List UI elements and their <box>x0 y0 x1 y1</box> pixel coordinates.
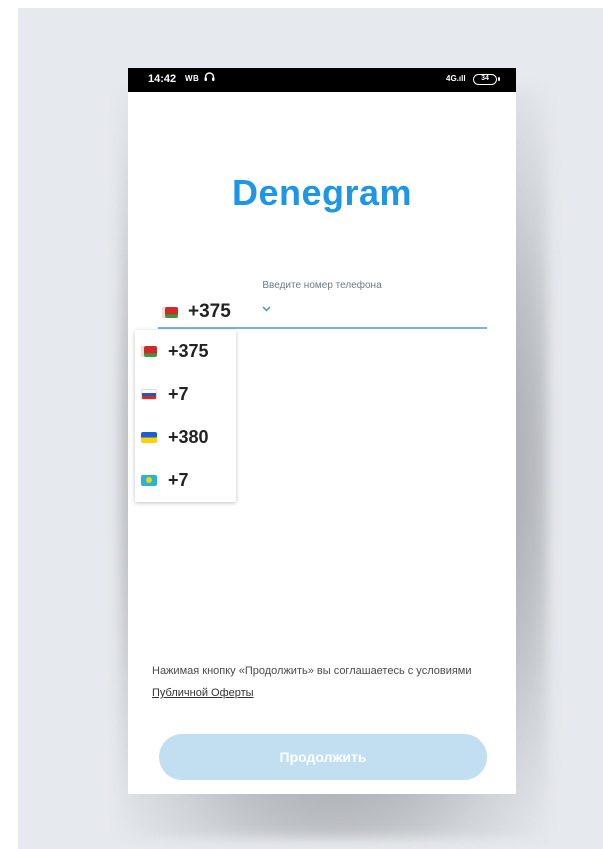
dropdown-item-code: +375 <box>168 341 209 361</box>
signal-icon: 4G.ıll <box>446 74 466 83</box>
dropdown-item-code: +7 <box>168 470 189 490</box>
ukraine-flag-icon <box>141 432 157 443</box>
dropdown-item-code: +7 <box>168 384 189 404</box>
phone-input-underline <box>158 327 487 329</box>
dropdown-item-belarus[interactable]: +375 <box>141 341 231 369</box>
dropdown-item-code: +380 <box>168 427 209 447</box>
status-bar: 14:42 WB 4G.ıll 34 <box>128 68 516 92</box>
kazakhstan-flag-icon <box>141 475 157 486</box>
russia-flag-icon <box>141 389 157 400</box>
dropdown-item-ukraine[interactable]: +380 <box>141 427 231 455</box>
belarus-flag-icon <box>162 306 178 318</box>
belarus-flag-icon <box>141 346 157 357</box>
selected-country-code: +375 <box>188 301 231 322</box>
status-wb-label: WB <box>185 74 200 83</box>
country-code-select[interactable]: +375 <box>162 301 282 327</box>
battery-icon: 34 <box>473 74 500 85</box>
app-logo: Denegram <box>231 172 413 213</box>
country-code-dropdown: +375 +7 +380 +7 <box>135 330 236 502</box>
phone-input-label: Введите номер телефона <box>262 280 382 291</box>
chevron-down-icon[interactable] <box>262 303 271 315</box>
dropdown-item-kazakhstan[interactable]: +7 <box>141 470 231 498</box>
terms-text: Нажимая кнопку «Продолжить» вы соглашает… <box>152 660 492 704</box>
phone-screen: 14:42 WB 4G.ıll 34 Denegram Введите номе… <box>128 68 516 794</box>
status-time: 14:42 <box>148 73 177 85</box>
headset-icon <box>204 72 215 85</box>
continue-button[interactable]: Продолжить <box>159 734 487 780</box>
dropdown-item-russia[interactable]: +7 <box>141 384 231 412</box>
terms-text-body: Нажимая кнопку «Продолжить» вы соглашает… <box>152 665 472 677</box>
public-offer-link[interactable]: Публичной Оферты <box>152 687 254 699</box>
